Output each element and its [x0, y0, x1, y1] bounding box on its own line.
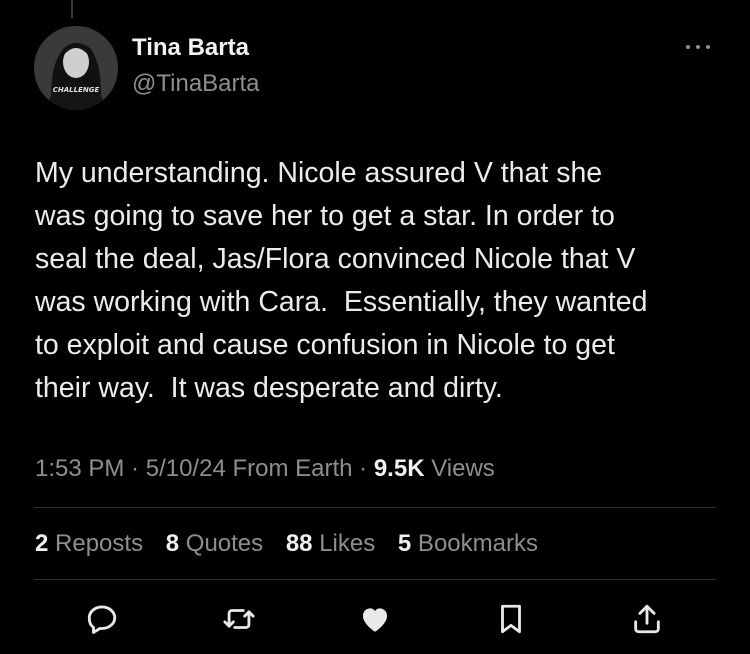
likes-count: 88 — [285, 530, 313, 557]
reposts-label: Reposts — [48, 530, 144, 557]
like-heart-icon[interactable] — [358, 602, 392, 636]
bookmarks-label: Bookmarks — [411, 530, 538, 557]
reply-icon[interactable] — [85, 602, 119, 636]
divider — [34, 579, 716, 580]
bookmarks-stat[interactable]: 5 Bookmarks — [398, 530, 538, 557]
quotes-stat[interactable]: 8 Quotes — [166, 530, 263, 557]
avatar[interactable]: CHALLENGE — [34, 26, 118, 110]
tweet-source: From Earth — [225, 455, 353, 482]
engagement-stats: 2 Reposts 8 Quotes 88 Likes 5 Bookmarks — [35, 530, 554, 558]
tweet-date[interactable]: 5/10/24 — [146, 455, 226, 482]
reposts-count: 2 — [35, 530, 49, 557]
tweet-meta: 1:53 PM · 5/10/24 From Earth · 9.5K View… — [35, 455, 495, 483]
more-horizontal-icon[interactable] — [683, 38, 713, 56]
tweet-text: My understanding. Nicole assured V that … — [35, 157, 648, 404]
bookmarks-count: 5 — [397, 530, 412, 557]
meta-separator: · — [124, 455, 146, 482]
quotes-label: Quotes — [179, 530, 264, 557]
views-label: Views — [424, 455, 495, 482]
user-handle[interactable]: @TinaBarta — [132, 70, 260, 98]
repost-icon[interactable] — [222, 602, 256, 636]
tweet-time[interactable]: 1:53 PM — [35, 455, 124, 482]
likes-stat[interactable]: 88 Likes — [286, 530, 375, 557]
share-icon[interactable] — [630, 602, 664, 636]
meta-separator: · — [352, 455, 374, 482]
likes-label: Likes — [312, 530, 376, 557]
avatar-image: CHALLENGE — [34, 26, 118, 110]
display-name[interactable]: Tina Barta — [132, 34, 249, 62]
reposts-stat[interactable]: 2 Reposts — [35, 530, 143, 557]
thread-connector-line — [71, 0, 73, 18]
views-count: 9.5K — [373, 455, 425, 482]
quotes-count: 8 — [165, 530, 180, 557]
bookmark-icon[interactable] — [494, 602, 528, 636]
divider — [34, 507, 716, 508]
avatar-shirt-text: CHALLENGE — [53, 86, 100, 94]
